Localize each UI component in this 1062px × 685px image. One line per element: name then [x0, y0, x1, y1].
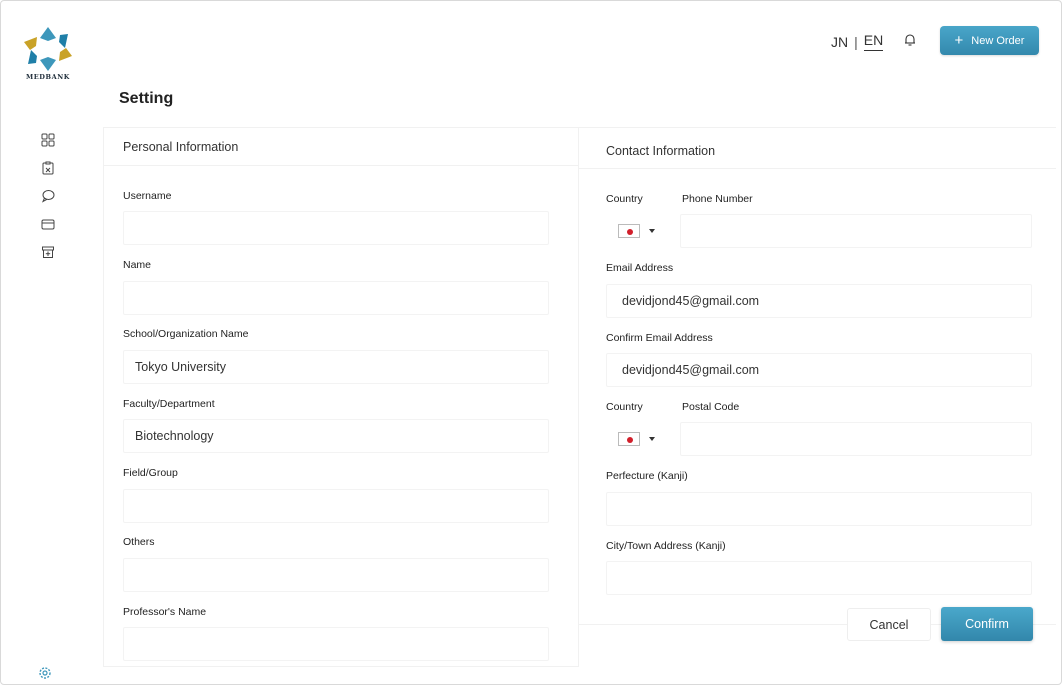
city-town-field[interactable]	[606, 561, 1032, 595]
plus-icon: +	[954, 32, 964, 49]
postal-country-label: Country	[606, 401, 643, 413]
field-group-label: Field/Group	[123, 467, 178, 479]
card-icon[interactable]	[38, 217, 58, 237]
new-order-label: New Order	[971, 34, 1025, 47]
page-title: Setting	[119, 90, 174, 107]
phone-number-field[interactable]	[680, 214, 1032, 248]
logo-text: MEDBANK	[25, 73, 71, 81]
confirm-email-label: Confirm Email Address	[606, 332, 713, 344]
contact-information-heading: Contact Information	[606, 144, 716, 158]
email-label: Email Address	[606, 262, 674, 274]
email-field[interactable]: devidjond45@gmail.com	[606, 284, 1032, 318]
divider	[578, 168, 1056, 169]
professor-name-label: Professor's Name	[123, 606, 207, 618]
sidebar-nav	[38, 130, 58, 273]
school-organization-field[interactable]: Tokyo University	[123, 350, 549, 384]
field-group-field[interactable]	[123, 489, 549, 523]
school-organization-label: School/Organization Name	[123, 328, 249, 340]
others-field[interactable]	[123, 558, 549, 592]
name-field[interactable]	[123, 281, 549, 315]
postal-country-select[interactable]	[608, 422, 664, 456]
new-order-button[interactable]: + New Order	[940, 26, 1039, 55]
japan-flag-icon	[618, 224, 640, 238]
name-label: Name	[123, 259, 152, 271]
faculty-department-label: Faculty/Department	[123, 398, 215, 410]
username-label: Username	[123, 190, 172, 202]
phone-country-select[interactable]	[608, 214, 664, 248]
phone-number-label: Phone Number	[682, 193, 753, 205]
cancel-button[interactable]: Cancel	[847, 608, 931, 641]
dashboard-icon[interactable]	[38, 133, 58, 153]
prefecture-label: Perfecture (Kanji)	[606, 470, 688, 482]
bell-icon[interactable]	[902, 32, 918, 48]
japan-flag-icon	[618, 432, 640, 446]
medbank-logo[interactable]: MEDBANK	[20, 26, 76, 84]
lang-option-en[interactable]: EN	[863, 32, 884, 51]
box-icon[interactable]	[38, 245, 58, 265]
language-switcher: JN | EN	[831, 32, 884, 51]
clipboard-icon[interactable]	[38, 161, 58, 181]
professor-name-field[interactable]	[123, 627, 549, 661]
personal-information-heading: Personal Information	[123, 140, 239, 154]
postal-code-field[interactable]	[680, 422, 1032, 456]
confirm-button[interactable]: Confirm	[941, 607, 1033, 641]
others-label: Others	[123, 536, 155, 548]
username-field[interactable]	[123, 211, 549, 245]
faculty-department-field[interactable]: Biotechnology	[123, 419, 549, 453]
city-town-label: City/Town Address (Kanji)	[606, 540, 726, 552]
confirm-email-field[interactable]: devidjond45@gmail.com	[606, 353, 1032, 387]
phone-country-label: Country	[606, 193, 643, 205]
lang-option-jn[interactable]: JN	[831, 34, 848, 50]
chevron-down-icon	[649, 229, 655, 233]
prefecture-field[interactable]	[606, 492, 1032, 526]
lang-separator: |	[854, 33, 858, 50]
gear-icon[interactable]	[38, 665, 58, 683]
chat-icon[interactable]	[38, 189, 58, 209]
postal-code-label: Postal Code	[682, 401, 740, 413]
logo-mark-icon	[24, 27, 72, 71]
divider	[103, 165, 579, 166]
chevron-down-icon	[649, 437, 655, 441]
